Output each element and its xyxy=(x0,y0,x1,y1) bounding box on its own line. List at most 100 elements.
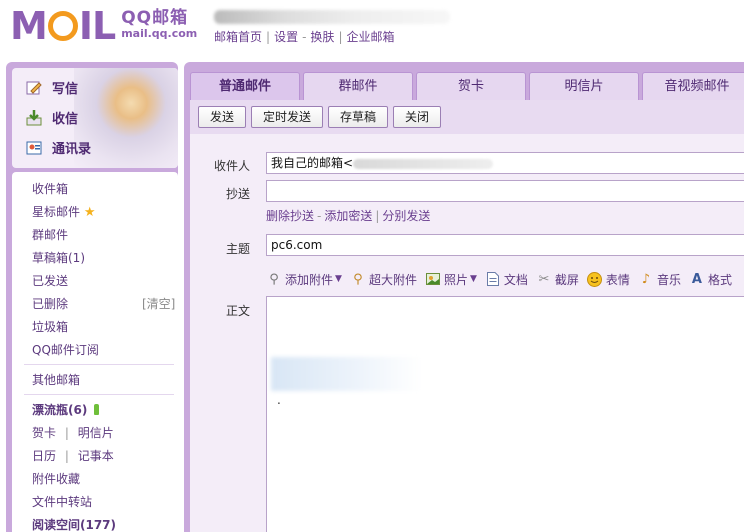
link-postcard[interactable]: 明信片 xyxy=(78,426,114,440)
drift-bottle-label: 漂流瓶(6) xyxy=(32,403,88,417)
folder-inbox[interactable]: 收件箱 xyxy=(32,180,68,197)
separator: | xyxy=(64,426,69,440)
document-label: 文档 xyxy=(503,272,528,287)
attachment-toolbar: ⚲ 添加附件 ▼ ⚲ 超大附件 照片 ▼ 文档 ✂ 截屏 表情 ♪ 音乐 A 格… xyxy=(266,268,740,290)
quick-actions: 写信 收信 通讯录 xyxy=(12,68,178,168)
link-reading-space[interactable]: 阅读空间(177) xyxy=(32,516,116,532)
large-attachment-button[interactable]: ⚲ 超大附件 xyxy=(350,271,417,288)
bottle-icon xyxy=(93,404,99,415)
send-button[interactable]: 发送 xyxy=(198,106,246,128)
star-icon: ★ xyxy=(83,205,96,220)
remove-cc-link[interactable]: 删除抄送 xyxy=(266,209,314,223)
emoji-button[interactable]: 表情 xyxy=(587,271,630,288)
to-value: 我自己的邮箱< xyxy=(271,156,354,170)
add-bcc-link[interactable]: 添加密送 xyxy=(324,209,372,223)
chevron-down-icon[interactable]: ▼ xyxy=(470,274,477,284)
folder-drafts[interactable]: 草稿箱(1) xyxy=(32,249,85,266)
folder-starred[interactable]: 星标邮件 ★ xyxy=(32,203,96,220)
folder-group-mail[interactable]: 群邮件 xyxy=(32,226,68,243)
add-attachment-button[interactable]: ⚲ 添加附件 ▼ xyxy=(266,271,342,288)
folder-subscriptions[interactable]: QQ邮件订阅 xyxy=(32,341,99,358)
tools-row: 日历 | 记事本 xyxy=(32,447,114,464)
link-change-skin[interactable]: 换肤 xyxy=(310,30,334,44)
empty-trash-link[interactable]: [清空] xyxy=(142,295,175,312)
link-calendar[interactable]: 日历 xyxy=(32,449,56,463)
music-button[interactable]: ♪ 音乐 xyxy=(638,271,681,288)
compose-toolbar: 发送 定时发送 存草稿 关闭 xyxy=(190,100,744,134)
tab-greeting-card[interactable]: 贺卡 xyxy=(416,72,526,100)
folder-list: 收件箱 星标邮件 ★ 群邮件 草稿箱(1) 已发送 已删除 [清空] 垃圾箱 Q… xyxy=(12,172,178,532)
format-button[interactable]: A 格式 xyxy=(689,271,732,288)
large-attachment-icon: ⚲ xyxy=(353,271,363,287)
subject-label: 主题 xyxy=(225,242,250,256)
receive-button[interactable]: 收信 xyxy=(24,108,78,127)
tab-av-mail[interactable]: 音视频邮件 xyxy=(642,72,744,100)
music-label: 音乐 xyxy=(656,272,681,287)
format-label: 格式 xyxy=(707,272,732,287)
font-format-icon: A xyxy=(691,271,702,287)
blurred-user-name xyxy=(214,10,450,24)
contacts-button[interactable]: 通讯录 xyxy=(24,138,91,157)
scheduled-send-button[interactable]: 定时发送 xyxy=(251,106,323,128)
contacts-icon xyxy=(24,139,44,157)
folder-starred-label: 星标邮件 xyxy=(32,205,81,219)
music-icon: ♪ xyxy=(641,271,651,287)
divider xyxy=(24,394,174,395)
paperclip-icon: ⚲ xyxy=(269,271,279,287)
to-label: 收件人 xyxy=(213,159,250,173)
inbox-arrow-icon xyxy=(24,109,44,127)
compose-button[interactable]: 写信 xyxy=(24,78,78,97)
photo-button[interactable]: 照片 ▼ xyxy=(425,271,477,288)
add-attachment-label: 添加附件 xyxy=(285,272,334,287)
to-field[interactable]: 我自己的邮箱< xyxy=(266,152,744,174)
link-attachment-favorites[interactable]: 附件收藏 xyxy=(32,470,80,487)
chevron-down-icon[interactable]: ▼ xyxy=(335,274,342,284)
screenshot-button[interactable]: ✂ 截屏 xyxy=(536,271,579,288)
close-button[interactable]: 关闭 xyxy=(393,106,441,128)
tab-normal-mail[interactable]: 普通邮件 xyxy=(190,72,300,102)
link-greeting-card[interactable]: 贺卡 xyxy=(32,426,56,440)
large-attachment-label: 超大附件 xyxy=(368,272,417,287)
compose-form: 收件人 我自己的邮箱< 抄送 删除抄送 - 添加密送 | 分别发送 主题 pc6.com… xyxy=(190,134,744,532)
separator: - xyxy=(302,30,307,44)
cc-field[interactable] xyxy=(266,180,744,202)
message-body-editor[interactable]: . xyxy=(266,296,744,532)
document-button[interactable]: 文档 xyxy=(485,271,528,288)
screenshot-label: 截屏 xyxy=(554,272,579,287)
link-file-transfer[interactable]: 文件中转站 xyxy=(32,493,92,510)
link-enterprise-mail[interactable]: 企业邮箱 xyxy=(346,30,394,44)
divider xyxy=(24,364,174,365)
tab-group-mail[interactable]: 群邮件 xyxy=(303,72,413,100)
cc-options: 删除抄送 - 添加密送 | 分别发送 xyxy=(266,207,430,224)
link-settings[interactable]: 设置 xyxy=(274,30,298,44)
link-notepad[interactable]: 记事本 xyxy=(78,449,114,463)
qq-mail-logo[interactable]: M IL QQ邮箱 mail.qq.com xyxy=(10,6,197,46)
separator: | xyxy=(64,449,69,463)
logo-url: mail.qq.com xyxy=(121,27,198,40)
tab-postcard[interactable]: 明信片 xyxy=(529,72,639,100)
save-draft-button[interactable]: 存草稿 xyxy=(328,106,388,128)
other-mailbox[interactable]: 其他邮箱 xyxy=(32,371,80,388)
folder-sent[interactable]: 已发送 xyxy=(32,272,68,289)
logo-title: QQ邮箱 xyxy=(121,8,189,28)
photo-label: 照片 xyxy=(443,272,468,287)
photo-icon xyxy=(425,271,441,287)
separator: | xyxy=(338,30,343,44)
compose-panel: 普通邮件 群邮件 贺卡 明信片 音视频邮件 发送 定时发送 存草稿 关闭 收件人… xyxy=(184,62,744,532)
drift-bottle[interactable]: 漂流瓶(6) xyxy=(32,401,99,418)
cards-row: 贺卡 | 明信片 xyxy=(32,424,114,441)
compose-label: 写信 xyxy=(52,82,79,97)
separator: | xyxy=(266,30,271,44)
folder-junk[interactable]: 垃圾箱 xyxy=(32,318,68,335)
contacts-label: 通讯录 xyxy=(52,142,92,157)
screenshot-icon: ✂ xyxy=(538,271,550,287)
receive-label: 收信 xyxy=(52,112,79,127)
separator: - xyxy=(317,209,322,223)
top-header: M IL QQ邮箱 mail.qq.com 邮箱首页 | 设置 - 换肤 | 企业邮箱 xyxy=(0,0,744,60)
blurred-signature xyxy=(271,357,421,391)
link-mail-home[interactable]: 邮箱首页 xyxy=(214,30,262,44)
send-separately-link[interactable]: 分别发送 xyxy=(382,209,430,223)
subject-field[interactable]: pc6.com xyxy=(266,234,744,256)
folder-deleted[interactable]: 已删除 xyxy=(32,295,68,312)
left-sidebar: 写信 收信 通讯录 收件箱 星标邮件 ★ 群邮件 草稿箱(1) 已发送 已删除 … xyxy=(6,62,178,532)
